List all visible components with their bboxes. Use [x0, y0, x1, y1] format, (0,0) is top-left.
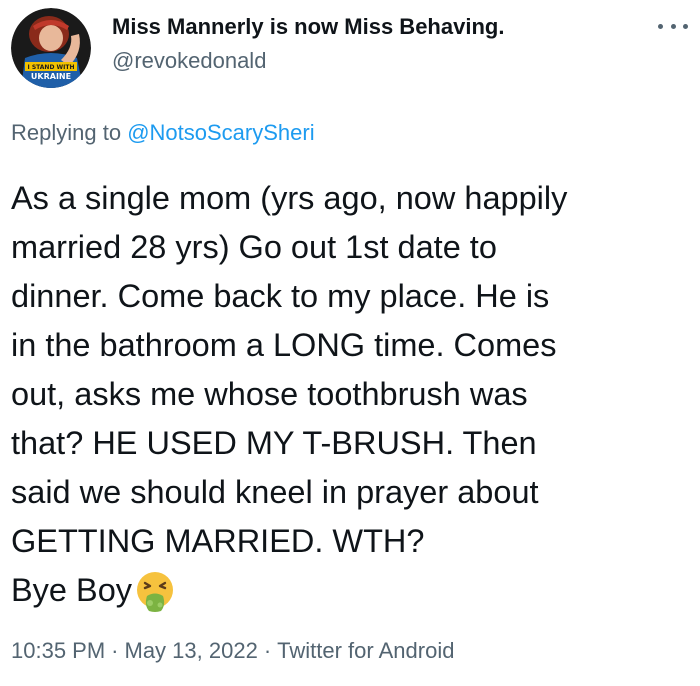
meta-separator: · — [263, 638, 272, 663]
tweet-date-link[interactable]: May 13, 2022 — [125, 638, 258, 663]
tweet: I STAND WITH UKRAINE Miss Mannerly is no… — [0, 0, 700, 686]
avatar[interactable]: I STAND WITH UKRAINE — [11, 8, 91, 88]
tweet-line: As a single mom (yrs ago, now happily — [11, 180, 568, 216]
replying-prefix: Replying to — [11, 120, 122, 145]
tweet-meta: 10:35 PM · May 13, 2022 · Twitter for Androi… — [11, 638, 454, 664]
tweet-line: that? HE USED MY T-BRUSH. Then — [11, 425, 537, 461]
vomiting-face-emoji-icon — [137, 571, 174, 612]
dot — [658, 23, 663, 29]
replying-to: Replying to @NotsoScarySheri — [11, 120, 315, 146]
tweet-source-link[interactable]: Twitter for Android — [277, 638, 454, 663]
tweet-line: in the bathroom a LONG time. Comes — [11, 327, 557, 363]
tweet-time-link[interactable]: 10:35 PM — [11, 638, 105, 663]
profile-avatar-icon: I STAND WITH UKRAINE — [11, 8, 91, 88]
reply-to-handle-link[interactable]: @NotsoScarySheri — [127, 120, 314, 145]
meta-separator: · — [111, 638, 119, 663]
dot — [670, 23, 676, 29]
svg-text:UKRAINE: UKRAINE — [31, 72, 71, 81]
display-name[interactable]: Miss Mannerly is now Miss Behaving. — [112, 14, 504, 40]
tweet-last-line: Bye Boy — [11, 566, 177, 615]
dot — [683, 23, 688, 29]
user-handle[interactable]: @revokedonald — [112, 48, 266, 74]
tweet-line: Bye Boy — [11, 572, 133, 608]
tweet-line: out, asks me whose toothbrush was — [11, 376, 528, 412]
tweet-line: dinner. Come back to my place. He is — [11, 278, 550, 314]
tweet-line: GETTING MARRIED. WTH? — [11, 523, 425, 559]
svg-text:I STAND WITH: I STAND WITH — [28, 64, 75, 71]
more-options-icon[interactable] — [658, 18, 688, 34]
tweet-line: married 28 yrs) Go out 1st date to — [11, 229, 497, 265]
tweet-text: As a single mom (yrs ago, now happily ma… — [11, 174, 691, 615]
tweet-line: said we should kneel in prayer about — [11, 474, 539, 510]
